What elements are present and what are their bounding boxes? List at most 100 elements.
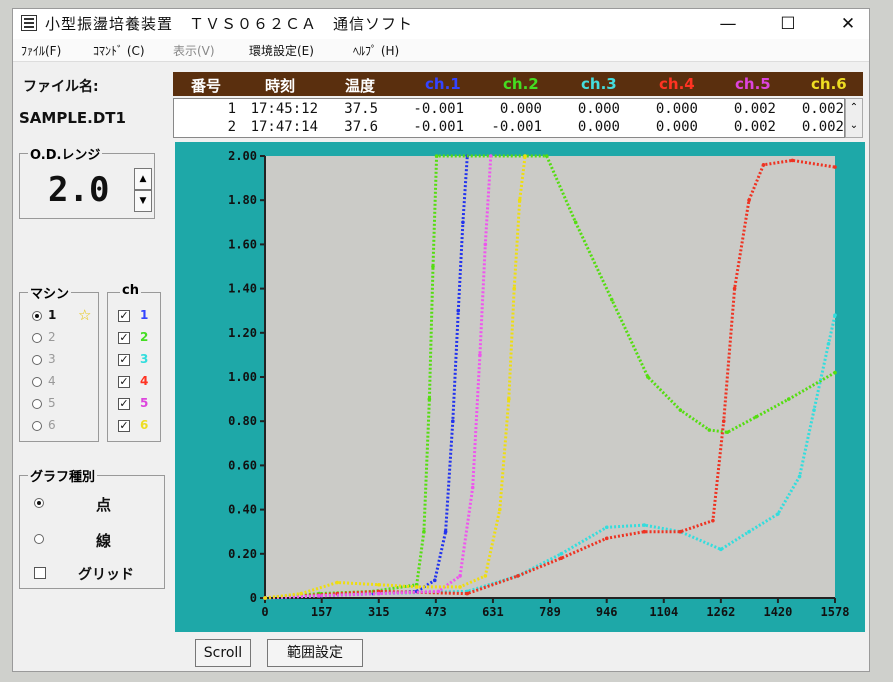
- series-5-point: [470, 485, 475, 490]
- series-2-point: [707, 428, 712, 432]
- series-5-point: [317, 593, 321, 598]
- series-3-point: [642, 523, 647, 527]
- series-2-point: [786, 397, 791, 401]
- series-1-point: [451, 419, 455, 424]
- window-title: 小型振盪培養装置 ＴＶＳ０６２ＣＡ 通信ソフト: [45, 15, 414, 33]
- series-4-point: [604, 536, 609, 541]
- channel-number: 6: [140, 418, 149, 432]
- title-bar: 小型振盪培養装置 ＴＶＳ０６２ＣＡ 通信ソフト — ☐ ✕: [13, 9, 869, 39]
- y-tick-label: 1.20: [228, 326, 257, 340]
- series-2-point: [434, 154, 439, 158]
- close-button[interactable]: ✕: [825, 11, 871, 37]
- series-4-point: [732, 286, 737, 291]
- series-6-point: [414, 585, 419, 589]
- series-5-point: [458, 574, 462, 578]
- y-tick-label: 0.40: [228, 503, 257, 517]
- series-2-point: [725, 430, 730, 435]
- channel-label: ch: [120, 283, 141, 298]
- machine-radio-5[interactable]: [32, 399, 42, 409]
- x-tick-label: 1104: [649, 605, 678, 619]
- series-5-point: [478, 353, 482, 357]
- y-tick-label: 1.80: [228, 193, 257, 207]
- data-table-header: 番号 時刻 温度 ch.1 ch.2 ch.3 ch.4 ch.5 ch.6: [173, 72, 863, 96]
- channel-checkbox-5[interactable]: ✓: [118, 398, 130, 410]
- y-tick-label: 1.40: [228, 282, 257, 296]
- x-tick-label: 1262: [706, 605, 735, 619]
- machine-radio-label: 5: [48, 396, 56, 410]
- table-cell: -0.001: [491, 119, 542, 135]
- graph-dot-radio[interactable]: [34, 498, 44, 508]
- table-cell: -0.001: [413, 101, 464, 117]
- series-1-point: [456, 308, 461, 313]
- series-4-point: [790, 158, 795, 163]
- y-tick-label: 0.80: [228, 414, 257, 428]
- table-cell: 0.000: [577, 101, 620, 117]
- scroll-button[interactable]: Scroll: [195, 639, 251, 667]
- series-5-point: [483, 242, 488, 247]
- grid-checkbox[interactable]: [34, 567, 46, 579]
- series-2-point: [427, 397, 432, 401]
- table-cell: 17:47:14: [250, 119, 318, 135]
- minimize-button[interactable]: —: [705, 11, 751, 37]
- file-name-label: ファイル名:: [23, 79, 99, 95]
- menu-view[interactable]: 表示(V): [173, 42, 215, 59]
- channel-checkbox-1[interactable]: ✓: [118, 310, 130, 322]
- series-2-point: [833, 370, 837, 375]
- series-1-point: [443, 529, 448, 534]
- series-1-point: [461, 220, 465, 225]
- grid-label: グリッド: [78, 567, 134, 583]
- series-2-point: [678, 408, 683, 412]
- series-6-point: [483, 574, 488, 578]
- table-cell: 0.002: [801, 119, 844, 135]
- series-5-point: [376, 591, 381, 596]
- menu-file[interactable]: ﾌｧｲﾙ(F): [21, 42, 61, 59]
- channel-number: 1: [140, 308, 149, 322]
- y-tick-label: 1.00: [228, 370, 257, 384]
- table-cell: 0.000: [655, 119, 698, 135]
- table-scroll-arrows[interactable]: ⌃ ⌄: [845, 98, 863, 138]
- col-header-ch3: ch.3: [581, 75, 617, 93]
- od-range-label: O.D.レンジ: [28, 144, 103, 163]
- series-2-point: [431, 264, 435, 269]
- series-6-point: [299, 591, 303, 596]
- channel-number: 5: [140, 396, 149, 410]
- channel-number: 3: [140, 352, 149, 366]
- machine-radio-3[interactable]: [32, 355, 42, 365]
- channel-number: 2: [140, 330, 149, 344]
- x-tick-label: 1420: [763, 605, 792, 619]
- y-tick-label: 1.60: [228, 237, 257, 251]
- series-4-point: [678, 529, 683, 534]
- machine-radio-4[interactable]: [32, 377, 42, 387]
- x-tick-label: 631: [482, 605, 504, 619]
- table-cell: 2: [227, 119, 236, 135]
- series-1-point: [432, 578, 437, 583]
- menu-help[interactable]: ﾍﾙﾌﾟ (H): [353, 42, 399, 59]
- data-table-rows[interactable]: 1 17:45:12 37.5 -0.001 0.000 0.000 0.000 0.002 0…: [173, 98, 845, 138]
- od-up-button[interactable]: ▲: [134, 168, 152, 190]
- plot-frame: 0 0.20 0.40 0.60 0.80 1.00 1.20 1.40 1.60 1.80 2.0…: [175, 142, 865, 632]
- machine-radio-2[interactable]: [32, 333, 42, 343]
- channel-checkbox-2[interactable]: ✓: [118, 332, 130, 344]
- table-cell: 0.000: [655, 101, 698, 117]
- od-down-button[interactable]: ▼: [134, 190, 152, 212]
- channel-checkbox-6[interactable]: ✓: [118, 420, 130, 432]
- series-6-point: [263, 596, 267, 600]
- series-2-point: [573, 220, 578, 225]
- x-tick-label: 315: [368, 605, 390, 619]
- col-header-ch6: ch.6: [811, 75, 847, 93]
- series-4-point: [721, 419, 726, 424]
- series-5-point: [436, 589, 441, 594]
- range-settings-button[interactable]: 範囲設定: [267, 639, 363, 667]
- series-4-point: [761, 163, 766, 167]
- channel-checkbox-3[interactable]: ✓: [118, 354, 130, 366]
- maximize-button[interactable]: ☐: [765, 11, 811, 37]
- channel-checkbox-4[interactable]: ✓: [118, 376, 130, 388]
- graph-line-radio[interactable]: [34, 534, 44, 544]
- machine-radio-1[interactable]: [32, 311, 42, 321]
- col-header-ch4: ch.4: [659, 75, 695, 93]
- table-cell: 1: [227, 101, 236, 117]
- menu-settings[interactable]: 環境設定(E): [249, 42, 314, 59]
- machine-radio-6[interactable]: [32, 421, 42, 431]
- menu-command[interactable]: ｺﾏﾝﾄﾞ (C): [93, 42, 145, 59]
- series-6-point: [497, 507, 502, 512]
